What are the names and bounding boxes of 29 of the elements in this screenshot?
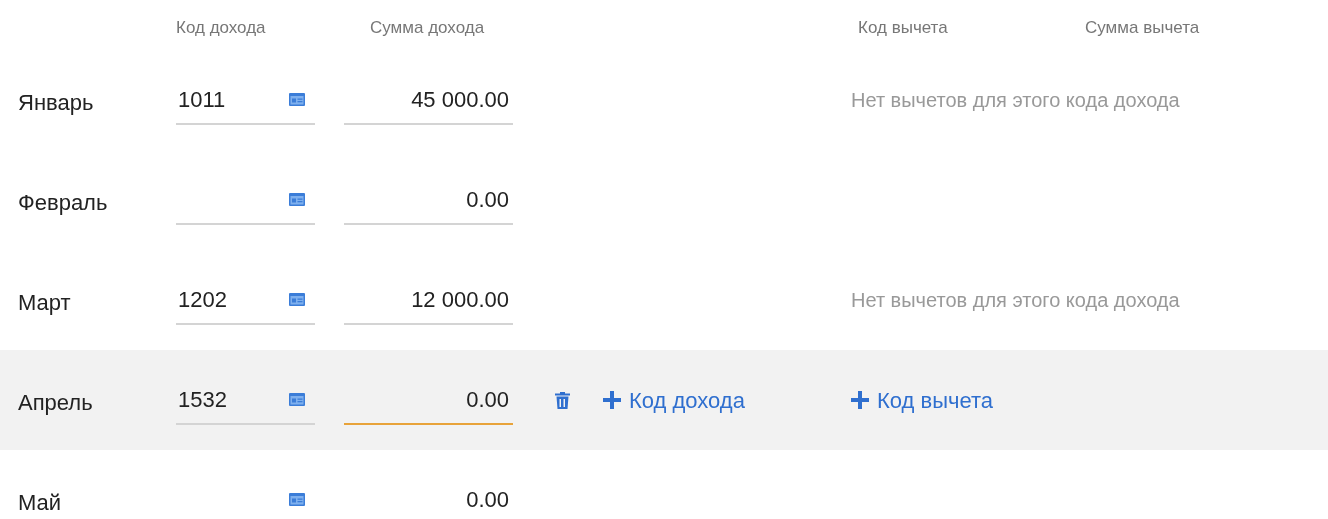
card-icon[interactable]: [289, 92, 305, 106]
no-deductions-text: Нет вычетов для этого кода дохода: [851, 288, 1180, 313]
month-label: Май: [17, 488, 63, 517]
card-icon[interactable]: [289, 392, 305, 406]
plus-icon: [851, 391, 869, 409]
add-income-code-button[interactable]: Код дохода: [603, 383, 745, 417]
card-icon[interactable]: [289, 292, 305, 306]
income-code-field[interactable]: 1532: [176, 375, 315, 425]
income-code-field[interactable]: 1202: [176, 275, 315, 325]
card-icon[interactable]: [289, 492, 305, 506]
column-header: Код вычета: [858, 17, 949, 39]
income-code-field[interactable]: 1011: [176, 75, 315, 125]
income-amount-field[interactable]: 0.00: [344, 475, 513, 519]
column-header: Код дохода: [176, 17, 267, 39]
month-label: Апрель: [17, 388, 94, 417]
card-icon[interactable]: [289, 192, 305, 206]
column-header: Сумма дохода: [369, 17, 486, 39]
trash-icon[interactable]: [555, 391, 570, 409]
add-deduction-code-button[interactable]: Код вычета: [851, 383, 994, 417]
column-header: Сумма вычета: [1085, 17, 1200, 39]
month-label: Январь: [17, 88, 95, 117]
month-label: Февраль: [17, 188, 109, 217]
plus-icon: [603, 391, 621, 409]
month-label: Март: [17, 288, 72, 317]
no-deductions-text: Нет вычетов для этого кода дохода: [851, 88, 1180, 113]
income-amount-field[interactable]: 0.00: [344, 375, 513, 425]
income-amount-field[interactable]: 45 000.00: [344, 75, 513, 125]
income-amount-field[interactable]: 12 000.00: [344, 275, 513, 325]
income-amount-field[interactable]: 0.00: [344, 175, 513, 225]
